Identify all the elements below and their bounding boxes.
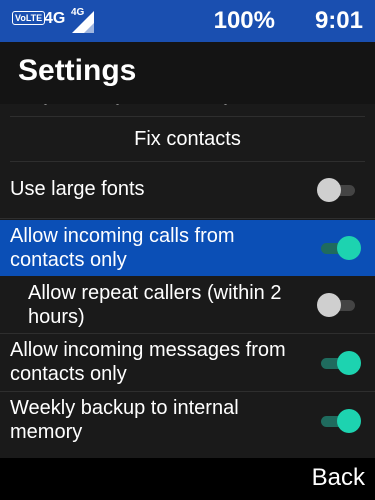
setting-label: Use large fonts [10, 178, 145, 200]
setting-label: Allow repeat callers (within 2 hours) [28, 282, 282, 328]
status-bar: VoLTE 4G 4G 100% 9:01 [0, 0, 375, 42]
softkey-bar: Back [0, 458, 375, 500]
messages-contacts-only-toggle[interactable] [317, 351, 361, 375]
setting-label: Allow incoming messages from contacts on… [10, 339, 286, 385]
setting-calls-contacts-only[interactable]: Allow incoming calls from contacts only [0, 220, 375, 276]
battery-level: 100% [213, 7, 275, 34]
network-type: 4G [44, 10, 66, 27]
settings-list[interactable]: Fix contacts Use large fonts Allow incom… [0, 104, 375, 458]
calls-contacts-only-toggle[interactable] [317, 236, 361, 260]
repeat-callers-toggle[interactable] [317, 293, 357, 317]
fix-contacts-item[interactable]: Fix contacts [10, 116, 365, 162]
setting-large-fonts[interactable]: Use large fonts [0, 161, 375, 219]
setting-messages-contacts-only[interactable]: Allow incoming messages from contacts on… [0, 333, 375, 392]
setting-repeat-callers[interactable]: Allow repeat callers (within 2 hours) [0, 276, 375, 334]
clock: 9:01 [314, 7, 363, 34]
page-title: Settings [18, 54, 137, 87]
scroll-indicator [0, 104, 375, 116]
fix-contacts-label: Fix contacts [134, 128, 241, 150]
volte-icon: VoLTE [12, 11, 46, 25]
large-fonts-toggle[interactable] [317, 178, 357, 202]
setting-weekly-backup[interactable]: Weekly backup to internal memory [0, 391, 375, 449]
back-button[interactable]: Back [312, 464, 365, 492]
setting-label: Allow incoming calls from contacts only [10, 225, 235, 271]
weekly-backup-toggle[interactable] [317, 409, 361, 433]
signal-icon: 4G [70, 7, 94, 33]
setting-label: Weekly backup to internal memory [10, 397, 239, 443]
signal-label: 4G [71, 7, 85, 18]
page-header: Settings [0, 42, 375, 104]
